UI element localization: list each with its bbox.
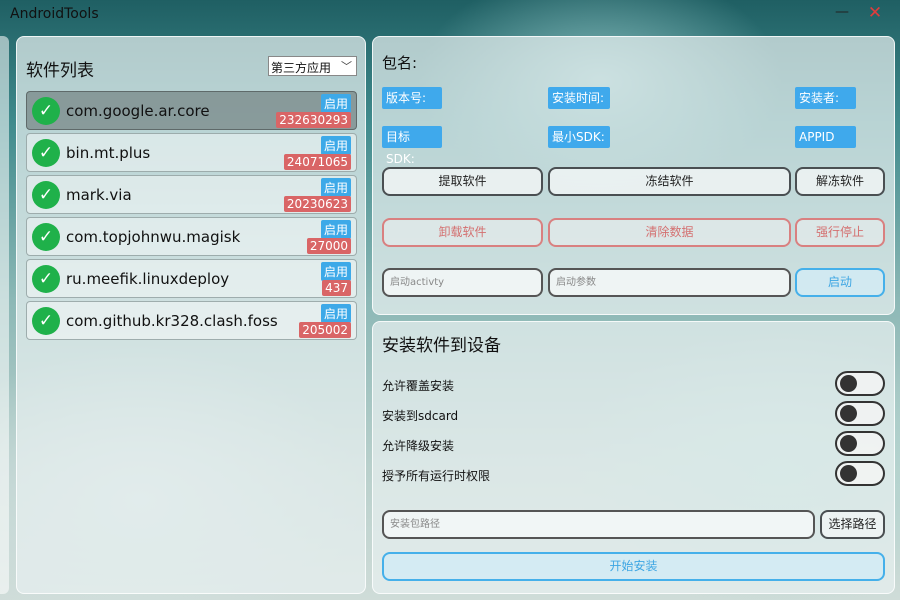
allow-replace-toggle[interactable]: [835, 371, 885, 396]
appid-chip: APPID: [795, 126, 856, 148]
app-status-badge: 启用: [320, 136, 351, 155]
install-sdcard-toggle[interactable]: [835, 401, 885, 426]
app-package-name: mark.via: [66, 186, 132, 204]
allow-downgrade-toggle[interactable]: [835, 431, 885, 456]
grant-permissions-toggle[interactable]: [835, 461, 885, 486]
app-status-badge: 启用: [320, 94, 351, 113]
grant-permissions-label: 授予所有运行时权限: [382, 469, 491, 483]
close-icon[interactable]: ✕: [866, 3, 884, 25]
start-install-button[interactable]: 开始安装: [382, 552, 885, 581]
app-package-name: com.topjohnwu.magisk: [66, 228, 241, 246]
window-title: AndroidTools: [10, 6, 99, 22]
extract-app-button[interactable]: 提取软件: [382, 167, 543, 196]
app-package-name: com.google.ar.core: [66, 102, 210, 120]
check-circle-icon: ✓: [32, 223, 60, 251]
unfreeze-app-button[interactable]: 解冻软件: [795, 167, 885, 196]
toggle-knob: [840, 375, 857, 392]
app-filter-select[interactable]: 第三方应用 ﹀: [268, 56, 357, 76]
install-panel: 安装软件到设备 允许覆盖安装 安装到sdcard 允许降级安装 授予所有运行时权…: [372, 321, 895, 594]
app-list-item[interactable]: ✓ ru.meefik.linuxdeploy 启用 437: [26, 259, 357, 298]
check-circle-icon: ✓: [32, 265, 60, 293]
version-chip: 版本号:: [382, 87, 442, 109]
chevron-down-icon: ﹀: [341, 60, 352, 73]
force-stop-button[interactable]: 强行停止: [795, 218, 885, 247]
app-package-name: ru.meefik.linuxdeploy: [66, 270, 230, 288]
app-version-badge: 24071065: [283, 154, 351, 170]
target-sdk-chip: 目标SDK:: [382, 126, 442, 166]
minimize-icon[interactable]: —: [834, 4, 850, 24]
app-list-item[interactable]: ✓ com.github.kr328.clash.foss 启用 205002: [26, 301, 357, 340]
install-sdcard-label: 安装到sdcard: [382, 409, 459, 423]
app-list-item[interactable]: ✓ bin.mt.plus 启用 24071065: [26, 133, 357, 172]
app-package-name: com.github.kr328.clash.foss: [66, 312, 278, 330]
install-section-title: 安装软件到设备: [382, 336, 501, 356]
check-circle-icon: ✓: [32, 97, 60, 125]
background-window-edge: [0, 36, 9, 594]
launch-params-input[interactable]: 启动参数: [548, 268, 791, 297]
choose-path-button[interactable]: 选择路径: [820, 510, 885, 539]
app-package-name: bin.mt.plus: [66, 144, 151, 162]
app-status-badge: 启用: [320, 262, 351, 281]
app-filter-value: 第三方应用: [271, 61, 332, 75]
min-sdk-chip: 最小SDK:: [548, 126, 610, 148]
app-status-badge: 启用: [320, 220, 351, 239]
check-circle-icon: ✓: [32, 307, 60, 335]
installer-chip: 安装者:: [795, 87, 856, 109]
package-path-input[interactable]: 安装包路径: [382, 510, 815, 539]
app-status-badge: 启用: [320, 178, 351, 197]
toggle-knob: [840, 435, 857, 452]
app-status-badge: 启用: [320, 304, 351, 323]
app-version-badge: 232630293: [276, 112, 351, 128]
package-name-label: 包名:: [382, 54, 418, 72]
launch-button[interactable]: 启动: [795, 268, 885, 297]
activity-input[interactable]: 启动activty: [382, 268, 543, 297]
app-list: ✓ com.google.ar.core 启用 232630293 ✓ bin.…: [26, 91, 357, 343]
app-list-item[interactable]: ✓ mark.via 启用 20230623: [26, 175, 357, 214]
app-version-badge: 20230623: [283, 196, 351, 212]
allow-downgrade-label: 允许降级安装: [382, 439, 455, 453]
app-version-badge: 27000: [306, 238, 351, 254]
app-list-item[interactable]: ✓ com.topjohnwu.magisk 启用 27000: [26, 217, 357, 256]
allow-replace-label: 允许覆盖安装: [382, 379, 455, 393]
app-list-item[interactable]: ✓ com.google.ar.core 启用 232630293: [26, 91, 357, 130]
freeze-app-button[interactable]: 冻结软件: [548, 167, 791, 196]
install-time-chip: 安装时间:: [548, 87, 610, 109]
app-version-badge: 205002: [299, 322, 351, 338]
check-circle-icon: ✓: [32, 139, 60, 167]
app-info-panel: 包名: 版本号: 安装时间: 安装者: 目标SDK: 最小SDK: APPID …: [372, 36, 895, 315]
app-list-title: 软件列表: [26, 61, 94, 81]
app-version-badge: 437: [322, 280, 351, 296]
check-circle-icon: ✓: [32, 181, 60, 209]
app-list-panel: 软件列表 第三方应用 ﹀ ✓ com.google.ar.core 启用 232…: [16, 36, 366, 594]
toggle-knob: [840, 465, 857, 482]
clear-data-button[interactable]: 清除数据: [548, 218, 791, 247]
uninstall-app-button[interactable]: 卸载软件: [382, 218, 543, 247]
toggle-knob: [840, 405, 857, 422]
title-bar: AndroidTools — ✕: [0, 0, 900, 30]
